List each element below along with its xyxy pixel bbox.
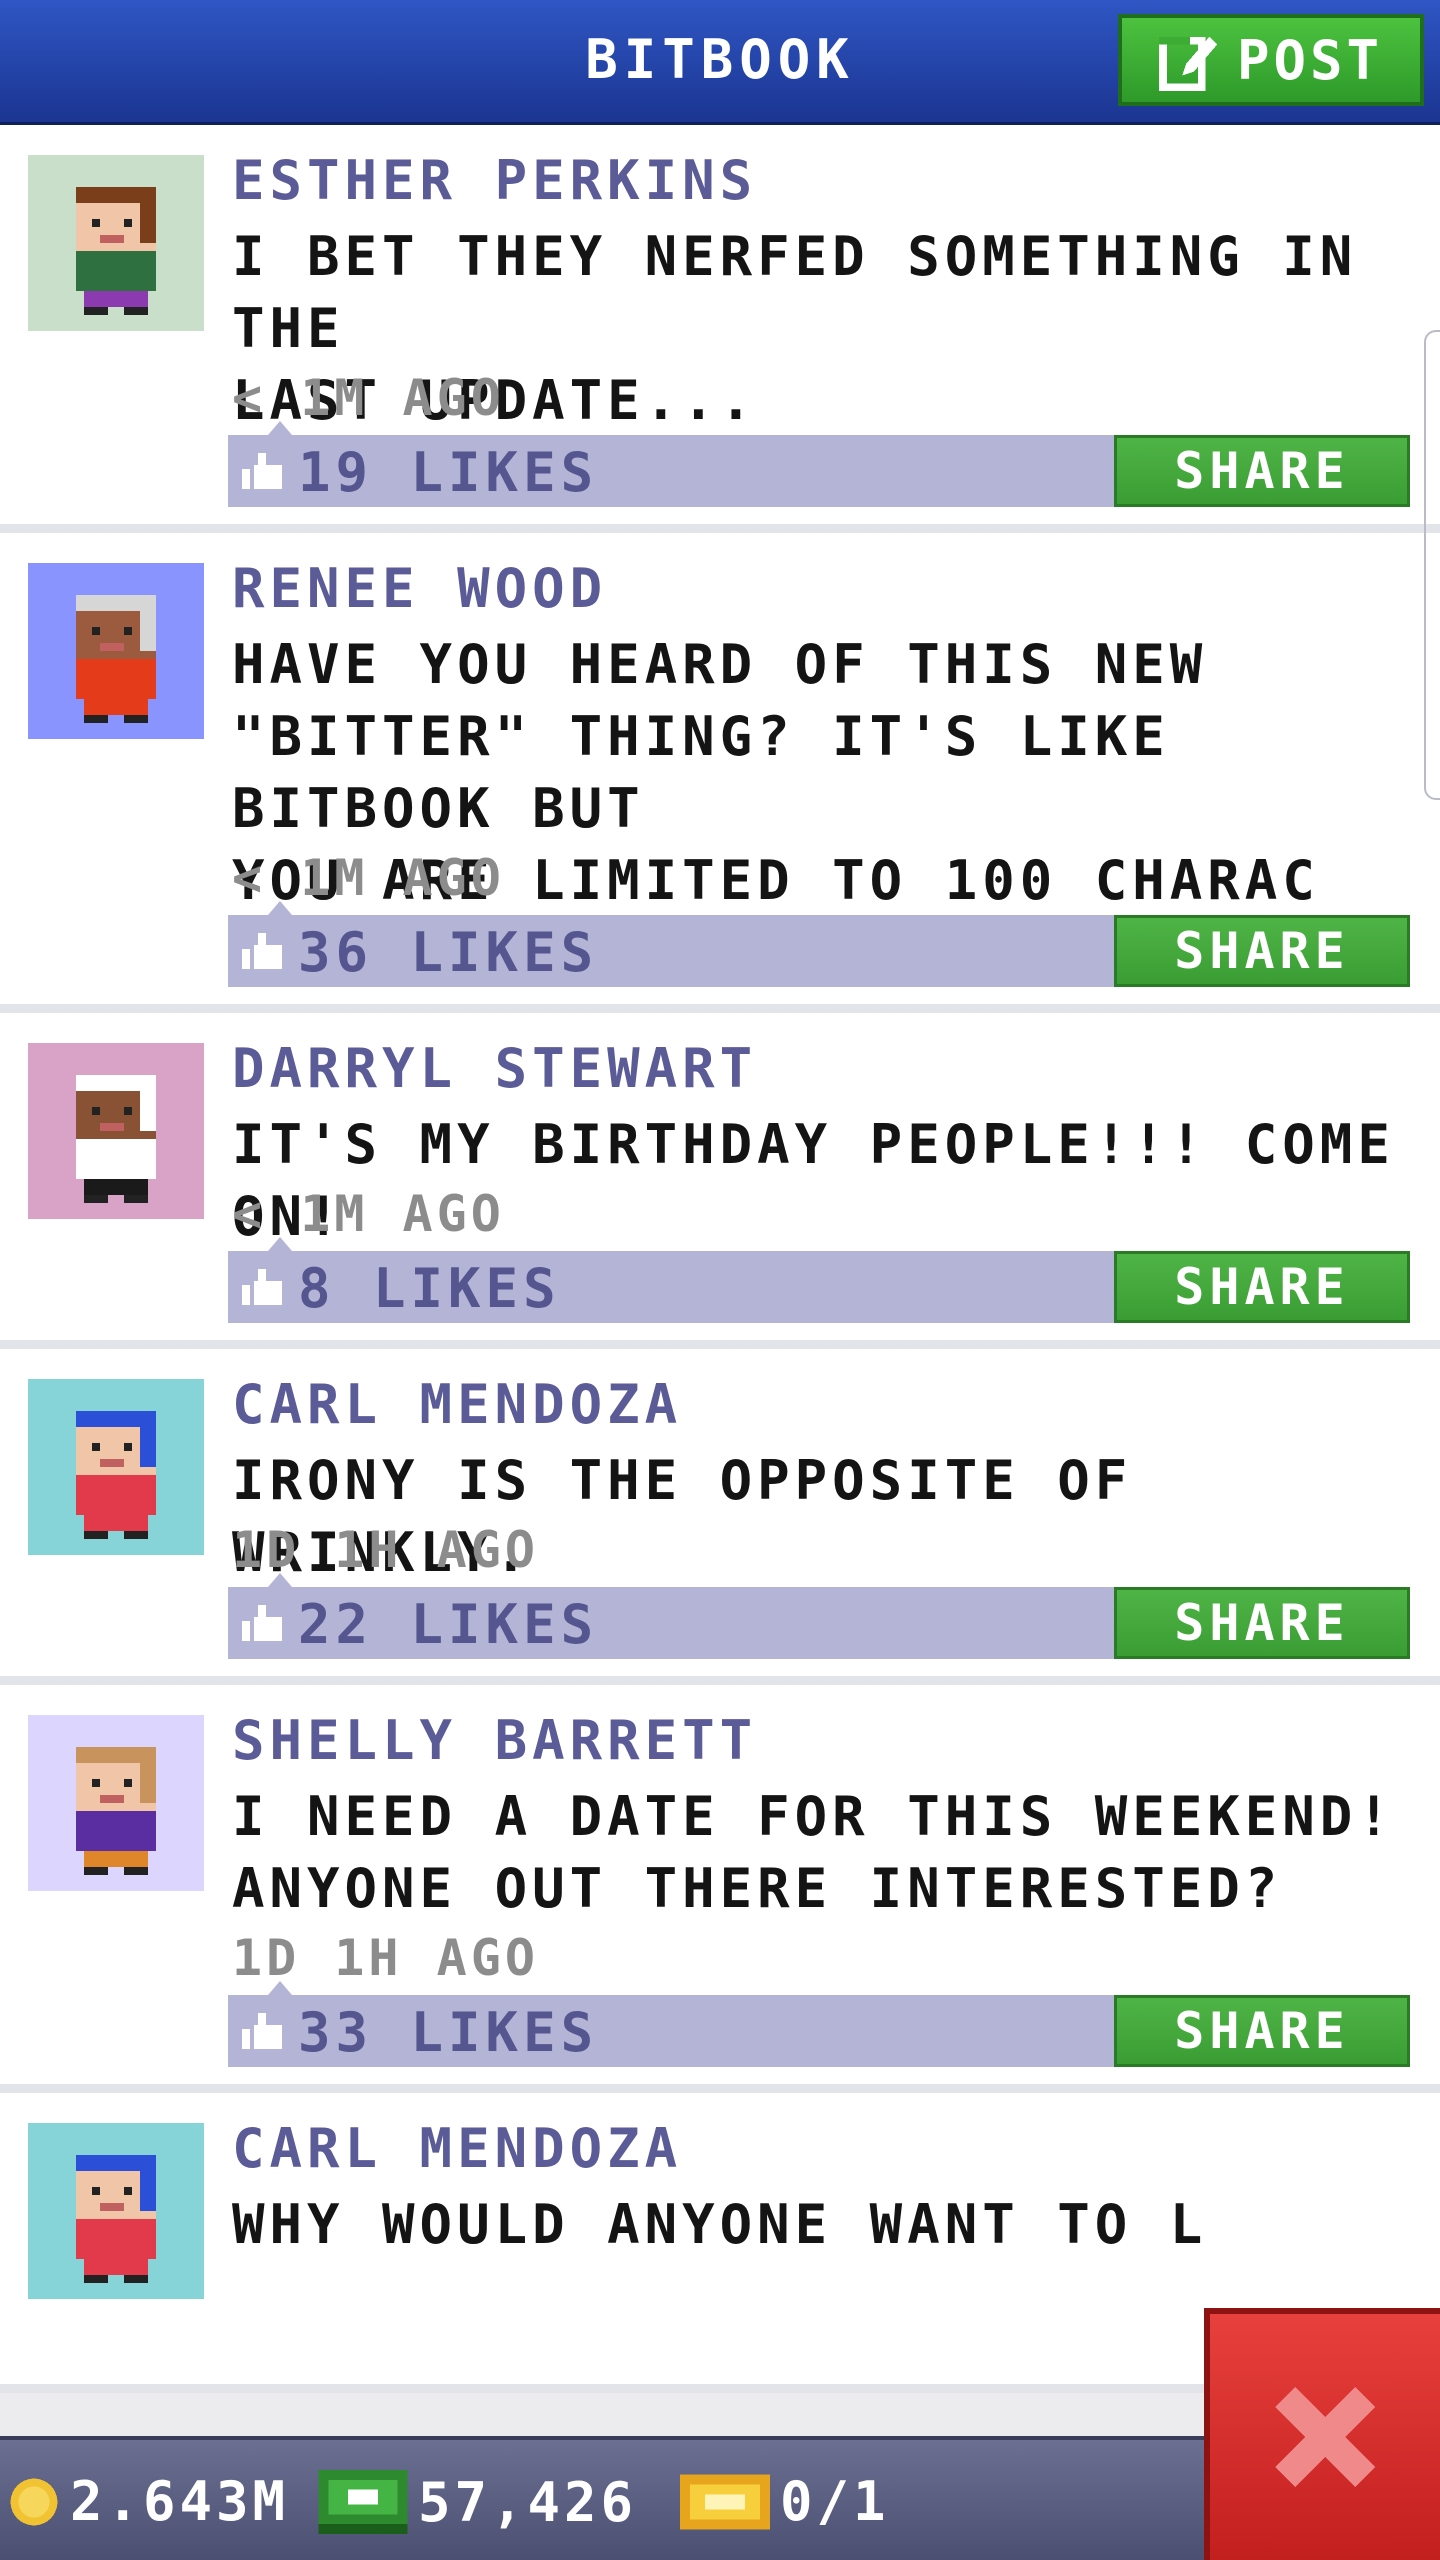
share-button[interactable]: SHARE: [1114, 1251, 1410, 1323]
like-bar-notch: [268, 1573, 292, 1587]
post-timestamp: 1D 1H AGO: [232, 1929, 539, 1987]
avatar-icon: [28, 2123, 204, 2299]
close-icon: [1275, 2387, 1375, 2487]
avatar-icon: [28, 1715, 204, 1891]
post-message-line: I NEED A DATE FOR THIS WEEKEND!: [232, 1785, 1395, 1848]
post-message-line: WHY WOULD ANYONE WANT TO L: [232, 2193, 1208, 2256]
like-bar[interactable]: 22 LIKES SHARE: [228, 1573, 1410, 1659]
like-bar[interactable]: 33 LIKES SHARE: [228, 1981, 1410, 2067]
post-avatar[interactable]: [28, 1043, 204, 1219]
feed-post: CARL MENDOZA IRONY IS THE OPPOSITE OF WRI…: [0, 1349, 1440, 1685]
avatar-icon: [28, 1379, 204, 1555]
share-button[interactable]: SHARE: [1114, 1995, 1410, 2067]
like-bar[interactable]: 36 LIKES SHARE: [228, 901, 1410, 987]
share-button[interactable]: SHARE: [1114, 915, 1410, 987]
tickets-value: 0/1: [780, 2470, 890, 2533]
post-avatar[interactable]: [28, 2123, 204, 2299]
avatar-icon: [28, 563, 204, 739]
avatar-icon: [28, 1043, 204, 1219]
post-avatar[interactable]: [28, 1715, 204, 1891]
post-author[interactable]: DARRYL STEWART: [232, 1037, 757, 1100]
compose-icon: [1158, 36, 1218, 91]
like-bar-notch: [268, 901, 292, 915]
bux-value: 57,426: [418, 2470, 638, 2534]
coin-icon: [10, 2478, 58, 2525]
close-button[interactable]: [1204, 2308, 1440, 2560]
post-author[interactable]: RENEE WOOD: [232, 557, 607, 620]
post-avatar[interactable]: [28, 563, 204, 739]
post-button[interactable]: POST: [1118, 14, 1424, 106]
post-button-label: POST: [1236, 28, 1384, 92]
post-message: WHY WOULD ANYONE WANT TO L: [232, 2189, 1422, 2261]
feed[interactable]: ESTHER PERKINS I BET THEY NERFED SOMETHIN…: [0, 125, 1440, 2393]
post-message-line: I BET THEY NERFED SOMETHING IN THE: [232, 225, 1358, 360]
like-count: 22 LIKES: [298, 1593, 599, 1656]
like-bar-notch: [268, 1981, 292, 1995]
header-bar: BITBOOK POST: [0, 0, 1440, 125]
like-bar[interactable]: 19 LIKES SHARE: [228, 421, 1410, 507]
like-bar[interactable]: 8 LIKES SHARE: [228, 1237, 1410, 1323]
thumbs-up-icon: [242, 1269, 282, 1305]
like-bar-notch: [268, 421, 292, 435]
post-author[interactable]: CARL MENDOZA: [232, 1373, 682, 1436]
post-message-line: "BITTER" THING? IT'S LIKE BITBOOK BUT: [232, 705, 1170, 840]
post-timestamp: < 1M AGO: [232, 849, 505, 907]
like-count: 36 LIKES: [298, 921, 599, 984]
post-author[interactable]: CARL MENDOZA: [232, 2117, 682, 2180]
share-button[interactable]: SHARE: [1114, 1587, 1410, 1659]
thumbs-up-icon: [242, 1605, 282, 1641]
like-count: 33 LIKES: [298, 2001, 599, 2064]
scrollbar[interactable]: [1424, 330, 1440, 800]
post-author[interactable]: ESTHER PERKINS: [232, 149, 757, 212]
like-count: 8 LIKES: [298, 1257, 561, 1320]
tickets-stat: 0/1: [680, 2470, 890, 2533]
ticket-icon: [680, 2474, 770, 2529]
bux-icon: [318, 2470, 408, 2534]
post-avatar[interactable]: [28, 1379, 204, 1555]
bux-stat: 57,426: [318, 2470, 637, 2534]
feed-post: SHELLY BARRETT I NEED A DATE FOR THIS WEE…: [0, 1685, 1440, 2093]
thumbs-up-icon: [242, 453, 282, 489]
post-timestamp: 1D 1H AGO: [232, 1521, 539, 1579]
feed-post: ESTHER PERKINS I BET THEY NERFED SOMETHIN…: [0, 125, 1440, 533]
avatar-icon: [28, 155, 204, 331]
coins-value: 2.643M: [70, 2470, 290, 2533]
post-message-line: ANYONE OUT THERE INTERESTED?: [232, 1857, 1283, 1920]
thumbs-up-icon: [242, 2013, 282, 2049]
feed-post: DARRYL STEWART IT'S MY BIRTHDAY PEOPLE!!!…: [0, 1013, 1440, 1349]
post-message-line: HAVE YOU HEARD OF THIS NEW: [232, 633, 1208, 696]
post-timestamp: < 1M AGO: [232, 1185, 505, 1243]
like-count: 19 LIKES: [298, 441, 599, 504]
post-message: I NEED A DATE FOR THIS WEEKEND! ANYONE OU…: [232, 1781, 1422, 1925]
post-author[interactable]: SHELLY BARRETT: [232, 1709, 757, 1772]
post-avatar[interactable]: [28, 155, 204, 331]
like-bar-notch: [268, 1237, 292, 1251]
post-timestamp: < 1M AGO: [232, 369, 505, 427]
share-button[interactable]: SHARE: [1114, 435, 1410, 507]
feed-post: RENEE WOOD HAVE YOU HEARD OF THIS NEW "BIT…: [0, 533, 1440, 1013]
coins-stat: 2.643M: [8, 2470, 289, 2533]
thumbs-up-icon: [242, 933, 282, 969]
